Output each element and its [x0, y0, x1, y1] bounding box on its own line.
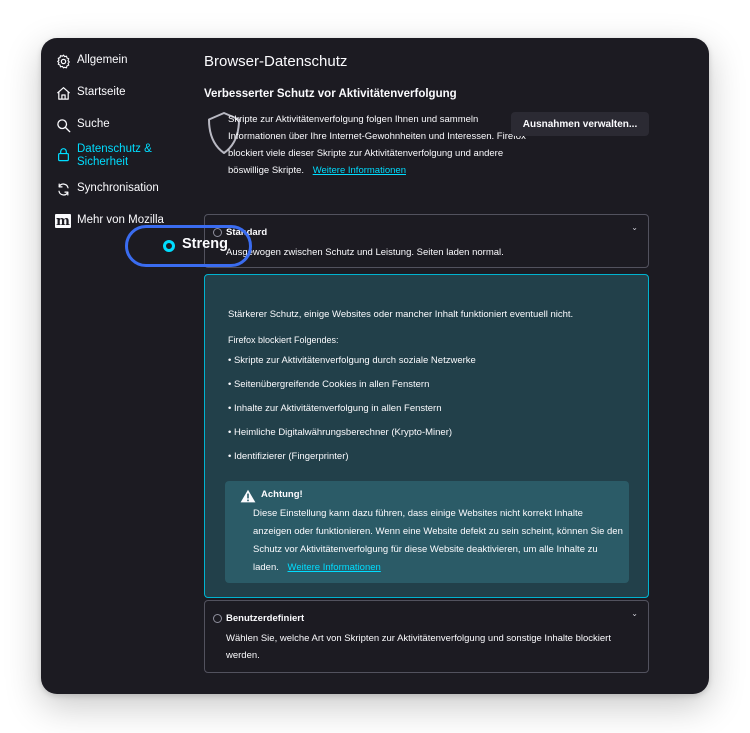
warning-title: Achtung!	[261, 489, 303, 500]
strict-label[interactable]: Streng	[182, 236, 228, 252]
strict-details: Stärkerer Schutz, einige Websites oder m…	[228, 305, 638, 469]
chevron-down-icon[interactable]: ⌄	[631, 609, 638, 618]
search-icon	[55, 117, 71, 133]
sidebar-item-search[interactable]: Suche	[55, 117, 110, 133]
home-icon	[55, 85, 71, 101]
lock-icon	[55, 146, 71, 162]
blocks-list-item: Heimliche Digitalwährungsberechner (Kryp…	[228, 421, 638, 445]
sidebar: Allgemein Startseite Suche Datenschutz &…	[41, 38, 191, 694]
learn-more-link[interactable]: Weitere Informationen	[313, 165, 406, 176]
mozilla-logo: m	[55, 213, 71, 229]
blocks-intro: Firefox blockiert Folgendes:	[228, 335, 339, 345]
chevron-down-icon[interactable]: ⌄	[631, 223, 638, 232]
main-content: Browser-Datenschutz Verbesserter Schutz …	[204, 38, 709, 694]
strict-subtitle: Stärkerer Schutz, einige Websites oder m…	[228, 309, 574, 320]
blocks-list-item: Skripte zur Aktivitätenverfolgung durch …	[228, 349, 638, 373]
tracking-description: Skripte zur Aktivitätenverfolgung folgen…	[228, 111, 528, 179]
warning-box: Achtung! Diese Einstellung kann dazu füh…	[225, 481, 629, 583]
sidebar-item-label: Synchronisation	[77, 182, 159, 194]
manage-exceptions-button[interactable]: Ausnahmen verwalten...	[511, 112, 649, 136]
sidebar-item-label: Datenschutz & Sicherheit	[77, 143, 152, 168]
mozilla-icon: m	[55, 213, 71, 229]
sync-icon	[55, 181, 71, 197]
blocks-list-item: Seitenübergreifende Cookies in allen Fen…	[228, 373, 638, 397]
custom-option-card[interactable]: Benutzerdefiniert ⌄ Wählen Sie, welche A…	[204, 600, 649, 673]
sidebar-item-sync[interactable]: Synchronisation	[55, 181, 159, 197]
warning-text-block: Diese Einstellung kann dazu führen, dass…	[253, 505, 623, 577]
sidebar-item-home[interactable]: Startseite	[55, 85, 126, 101]
strict-option-card[interactable]: Stärkerer Schutz, einige Websites oder m…	[204, 274, 649, 598]
sidebar-item-label: Allgemein	[77, 54, 128, 66]
custom-option-header: Benutzerdefiniert	[213, 613, 304, 624]
section-title: Verbesserter Schutz vor Aktivitätenverfo…	[204, 88, 457, 100]
sidebar-item-privacy[interactable]: Datenschutz & Sicherheit	[55, 142, 157, 169]
custom-radio[interactable]	[213, 614, 222, 623]
sidebar-item-general[interactable]: Allgemein	[55, 53, 128, 69]
custom-label: Benutzerdefiniert	[226, 613, 305, 624]
standard-option-card[interactable]: Standard ⌄ Ausgewogen zwischen Schutz un…	[204, 214, 649, 268]
standard-subtitle: Ausgewogen zwischen Schutz und Leistung.…	[226, 247, 504, 258]
blocks-list-item: Identifizierer (Fingerprinter)	[228, 445, 638, 469]
sidebar-item-label: Startseite	[77, 86, 126, 98]
warning-learn-more-link[interactable]: Weitere Informationen	[288, 562, 381, 573]
gear-icon	[55, 53, 71, 69]
page-title: Browser-Datenschutz	[204, 53, 348, 70]
blocks-list-item: Inhalte zur Aktivitätenverfolgung in all…	[228, 397, 638, 421]
warning-icon	[240, 489, 256, 503]
preferences-window: Allgemein Startseite Suche Datenschutz &…	[41, 38, 709, 694]
custom-subtitle: Wählen Sie, welche Art von Skripten zur …	[226, 633, 611, 661]
strict-radio[interactable]	[163, 240, 175, 252]
sidebar-item-label: Suche	[77, 118, 110, 130]
